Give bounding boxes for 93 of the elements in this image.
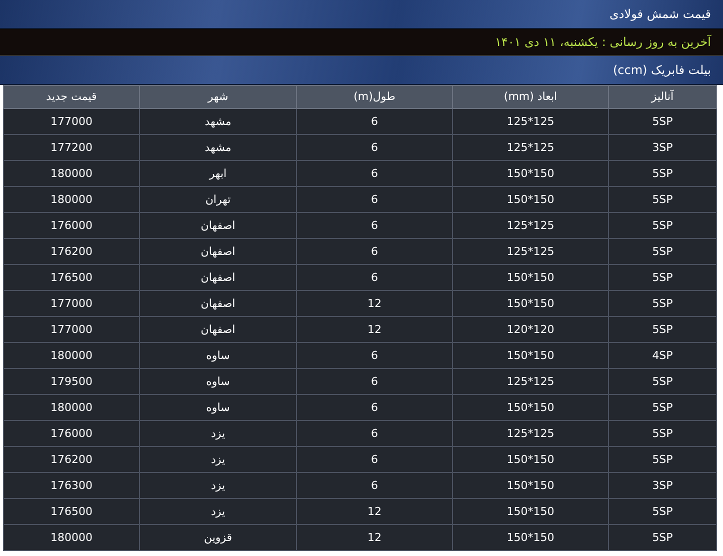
table-cell: 6 [296, 160, 452, 186]
table-cell: 5SP [608, 316, 716, 342]
table-cell: یزد [140, 472, 296, 498]
table-cell: 6 [296, 186, 452, 212]
table-cell: 6 [296, 238, 452, 264]
table-cell: 5SP [608, 212, 716, 238]
table-cell: 3SP [608, 472, 716, 498]
table-cell: اصفهان [140, 290, 296, 316]
table-cell: 5SP [608, 394, 716, 420]
table-cell: 150*150 [452, 394, 608, 420]
table-cell: 12 [296, 316, 452, 342]
table-cell: 150*150 [452, 160, 608, 186]
table-cell: 176200 [4, 238, 140, 264]
table-cell: 150*150 [452, 446, 608, 472]
table-cell: 176000 [4, 212, 140, 238]
table-cell: 4SP [608, 342, 716, 368]
table-cell: مشهد [140, 108, 296, 134]
column-header: شهر [140, 86, 296, 108]
table-cell: 150*150 [452, 472, 608, 498]
table-cell: 6 [296, 108, 452, 134]
table-cell: ساوه [140, 394, 296, 420]
table-cell: یزد [140, 420, 296, 446]
table-cell: 6 [296, 134, 452, 160]
table-cell: اصفهان [140, 316, 296, 342]
table-cell: 180000 [4, 342, 140, 368]
column-header: آنالیز [608, 86, 716, 108]
table-cell: 150*150 [452, 498, 608, 524]
section-title-bar: بیلت فابریک (ccm) [0, 56, 723, 85]
table-cell: 177200 [4, 134, 140, 160]
table-cell: 6 [296, 212, 452, 238]
table-cell: 6 [296, 368, 452, 394]
table-cell: 125*125 [452, 212, 608, 238]
table-cell: 176000 [4, 420, 140, 446]
table-cell: 6 [296, 264, 452, 290]
table-cell: 6 [296, 446, 452, 472]
table-cell: 125*125 [452, 368, 608, 394]
table-cell: تهران [140, 186, 296, 212]
column-header: طول(m) [296, 86, 452, 108]
table-cell: اصفهان [140, 264, 296, 290]
table-cell: 6 [296, 342, 452, 368]
table-cell: 176300 [4, 472, 140, 498]
table-cell: 177000 [4, 290, 140, 316]
table-cell: 5SP [608, 264, 716, 290]
table-cell: 150*150 [452, 264, 608, 290]
table-cell: 177000 [4, 316, 140, 342]
table-cell: 176500 [4, 264, 140, 290]
table-cell: 6 [296, 420, 452, 446]
table-cell: 179500 [4, 368, 140, 394]
table-cell: 125*125 [452, 238, 608, 264]
table-cell: 177000 [4, 108, 140, 134]
table-cell: 5SP [608, 290, 716, 316]
table-cell: 5SP [608, 160, 716, 186]
table-cell: اصفهان [140, 212, 296, 238]
table-cell: ساوه [140, 342, 296, 368]
table-cell: 5SP [608, 108, 716, 134]
table-cell: 5SP [608, 368, 716, 394]
update-date-bar: آخرین به روز رسانی : یکشنبه، ۱۱ دی ۱۴۰۱ [0, 29, 723, 56]
table-cell: یزد [140, 446, 296, 472]
table-cell: 12 [296, 498, 452, 524]
table-cell: 176200 [4, 446, 140, 472]
title-bar: قیمت شمش فولادی [0, 0, 723, 29]
table-cell: 5SP [608, 186, 716, 212]
table-cell: مشهد [140, 134, 296, 160]
table-cell: ابهر [140, 160, 296, 186]
column-header: ابعاد (mm) [452, 86, 608, 108]
table-cell: 125*125 [452, 420, 608, 446]
table-cell: 150*150 [452, 524, 608, 550]
table-cell: 180000 [4, 524, 140, 550]
table-cell: 12 [296, 524, 452, 550]
table-cell: 125*125 [452, 108, 608, 134]
table-cell: 5SP [608, 238, 716, 264]
table-cell: اصفهان [140, 238, 296, 264]
table-cell: 3SP [608, 134, 716, 160]
table-cell: 12 [296, 290, 452, 316]
table-cell: یزد [140, 498, 296, 524]
column-header: قیمت جدید [4, 86, 140, 108]
table-cell: 150*150 [452, 290, 608, 316]
table-cell: 5SP [608, 446, 716, 472]
table-cell: 6 [296, 394, 452, 420]
table-cell: 125*125 [452, 134, 608, 160]
table-cell: 176500 [4, 498, 140, 524]
table-cell: ساوه [140, 368, 296, 394]
table-cell: قزوین [140, 524, 296, 550]
table-cell: 5SP [608, 420, 716, 446]
table-cell: 180000 [4, 394, 140, 420]
table-cell: 180000 [4, 186, 140, 212]
table-cell: 5SP [608, 524, 716, 550]
table-cell: 150*150 [452, 186, 608, 212]
table-cell: 6 [296, 472, 452, 498]
table-cell: 5SP [608, 498, 716, 524]
table-cell: 150*150 [452, 342, 608, 368]
table-cell: 120*120 [452, 316, 608, 342]
table-cell: 180000 [4, 160, 140, 186]
